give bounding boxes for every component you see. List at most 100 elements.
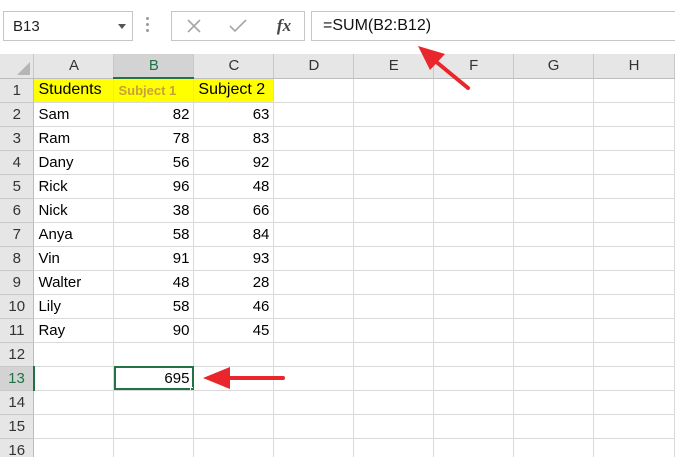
cell[interactable]: [433, 414, 515, 439]
cell[interactable]: [433, 174, 515, 199]
cell[interactable]: [513, 318, 595, 343]
cell[interactable]: [513, 294, 595, 319]
cell[interactable]: [513, 198, 595, 223]
cell-b[interactable]: 82: [113, 102, 195, 127]
cell[interactable]: [513, 150, 595, 175]
cell[interactable]: [593, 198, 675, 223]
cell-c[interactable]: [193, 390, 275, 415]
cell[interactable]: [353, 126, 435, 151]
cell-b[interactable]: 56: [113, 150, 195, 175]
cell-a[interactable]: Vin: [33, 246, 115, 271]
cell[interactable]: [433, 390, 515, 415]
cell[interactable]: [593, 294, 675, 319]
cell[interactable]: [353, 150, 435, 175]
cell[interactable]: [273, 246, 355, 271]
cell[interactable]: [353, 78, 435, 103]
cell[interactable]: [273, 126, 355, 151]
cell[interactable]: [513, 246, 595, 271]
cancel-button[interactable]: [174, 12, 214, 40]
row-header[interactable]: 6: [0, 198, 35, 223]
cell-a[interactable]: [33, 438, 115, 457]
cell-b[interactable]: [113, 342, 195, 367]
cell[interactable]: [513, 270, 595, 295]
cell-b[interactable]: 58: [113, 294, 195, 319]
cell-b[interactable]: [113, 414, 195, 439]
cell-c[interactable]: 84: [193, 222, 275, 247]
cell-b[interactable]: 91: [113, 246, 195, 271]
cell[interactable]: [353, 246, 435, 271]
row-header-selected[interactable]: 13: [0, 366, 35, 391]
cell[interactable]: [593, 126, 675, 151]
cell-a[interactable]: Dany: [33, 150, 115, 175]
cell-c[interactable]: [193, 438, 275, 457]
cell[interactable]: [433, 270, 515, 295]
cell-a1[interactable]: Students: [33, 78, 115, 103]
cell-b[interactable]: 58: [113, 222, 195, 247]
cell-b[interactable]: 48: [113, 270, 195, 295]
cell-a[interactable]: Ram: [33, 126, 115, 151]
cell[interactable]: [433, 294, 515, 319]
cell[interactable]: [353, 438, 435, 457]
cell-b[interactable]: 38: [113, 198, 195, 223]
row-header[interactable]: 8: [0, 246, 35, 271]
cell[interactable]: [273, 78, 355, 103]
cell[interactable]: [593, 318, 675, 343]
cell-c[interactable]: 92: [193, 150, 275, 175]
cell[interactable]: [593, 78, 675, 103]
cell-c[interactable]: 28: [193, 270, 275, 295]
fill-handle[interactable]: [190, 386, 193, 389]
row-header[interactable]: 14: [0, 390, 35, 415]
cell-a[interactable]: Lily: [33, 294, 115, 319]
cell[interactable]: [593, 246, 675, 271]
cell[interactable]: [353, 102, 435, 127]
insert-function-button[interactable]: fx: [264, 12, 304, 40]
column-header-h[interactable]: H: [593, 54, 675, 79]
cell[interactable]: [273, 390, 355, 415]
cell[interactable]: [353, 366, 435, 391]
cell[interactable]: [353, 174, 435, 199]
cell[interactable]: [433, 318, 515, 343]
cell-b[interactable]: [113, 390, 195, 415]
column-header-b[interactable]: B: [113, 54, 195, 79]
cell[interactable]: [593, 150, 675, 175]
cell[interactable]: [593, 390, 675, 415]
cell[interactable]: [433, 102, 515, 127]
active-cell-b13[interactable]: 695: [113, 366, 195, 391]
cell-c[interactable]: 45: [193, 318, 275, 343]
cell[interactable]: [273, 198, 355, 223]
cell[interactable]: [593, 414, 675, 439]
cell[interactable]: [513, 222, 595, 247]
cell-b[interactable]: 78: [113, 126, 195, 151]
row-header[interactable]: 16: [0, 438, 35, 457]
column-header-d[interactable]: D: [273, 54, 355, 79]
cell-a[interactable]: [33, 414, 115, 439]
cell[interactable]: [433, 150, 515, 175]
cell[interactable]: [353, 294, 435, 319]
row-header[interactable]: 5: [0, 174, 35, 199]
cell[interactable]: [433, 438, 515, 457]
cell[interactable]: [353, 198, 435, 223]
column-header-g[interactable]: G: [513, 54, 595, 79]
cell-c[interactable]: 83: [193, 126, 275, 151]
cell[interactable]: [273, 438, 355, 457]
cell[interactable]: [273, 318, 355, 343]
cell[interactable]: [513, 342, 595, 367]
row-header[interactable]: 3: [0, 126, 35, 151]
cell-c[interactable]: [193, 366, 275, 391]
select-all-button[interactable]: [0, 54, 35, 79]
row-header[interactable]: 4: [0, 150, 35, 175]
cell-b[interactable]: [113, 438, 195, 457]
row-header[interactable]: 9: [0, 270, 35, 295]
cell[interactable]: [593, 174, 675, 199]
cell[interactable]: [273, 342, 355, 367]
cell-b1[interactable]: Subject 1: [113, 78, 195, 103]
column-header-a[interactable]: A: [33, 54, 115, 79]
cell-c[interactable]: [193, 342, 275, 367]
cell[interactable]: [513, 126, 595, 151]
cell[interactable]: [513, 78, 595, 103]
row-header[interactable]: 7: [0, 222, 35, 247]
cell[interactable]: [593, 222, 675, 247]
cell[interactable]: [273, 366, 355, 391]
cell[interactable]: [433, 198, 515, 223]
cell-b[interactable]: 90: [113, 318, 195, 343]
